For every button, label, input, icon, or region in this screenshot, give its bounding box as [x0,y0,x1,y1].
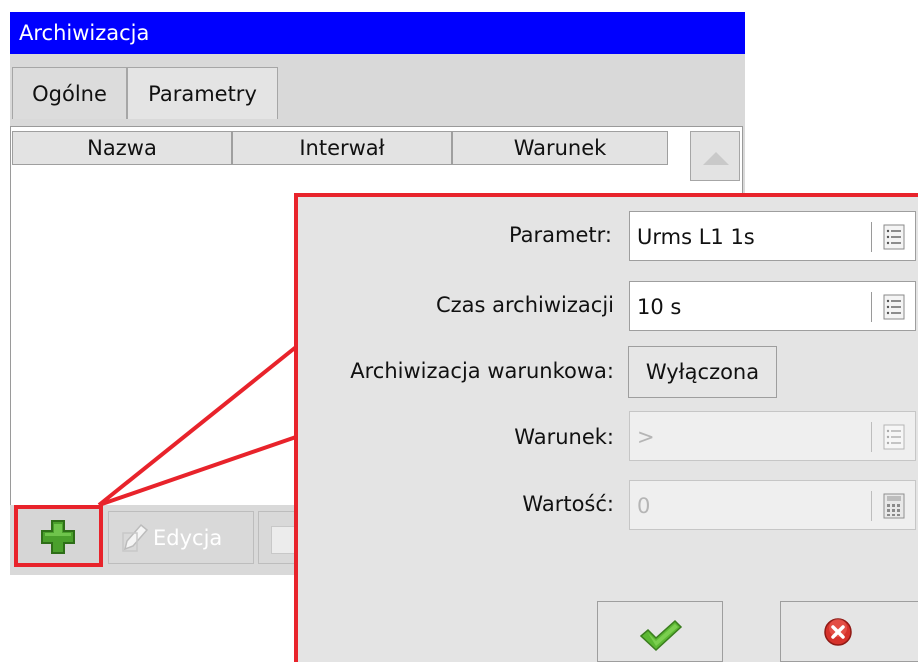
window-title: Archiwizacja [10,12,745,54]
value-field[interactable]: 0 [629,480,916,530]
column-header-name[interactable]: Nazwa [12,131,232,165]
tab-general[interactable]: Ogólne [12,67,127,119]
condition-field[interactable]: > [629,411,916,461]
value-label: Wartość: [522,492,614,516]
ok-button[interactable] [597,601,723,662]
checkmark-icon [639,619,683,652]
list-icon [883,294,905,320]
column-header-interval[interactable]: Interwał [232,131,452,165]
conditional-archiving-toggle[interactable]: Wyłączona [628,346,777,398]
add-button[interactable] [14,505,103,567]
edit-button-label: Edycja [153,526,223,550]
archiving-time-field[interactable]: 10 s [629,281,916,331]
cancel-button[interactable] [780,601,918,662]
arrow-up-icon [703,152,729,165]
pencil-icon [122,523,149,552]
list-icon [883,224,905,250]
column-header-condition[interactable]: Warunek [452,131,668,165]
toolbar-button[interactable] [258,511,298,564]
value-value: 0 [637,494,651,518]
tab-parameters[interactable]: Parametry [127,67,278,119]
list-icon [883,424,905,450]
condition-value: > [637,425,655,449]
cancel-icon [824,618,852,646]
parameter-field[interactable]: Urms L1 1s [629,211,916,261]
plus-icon [41,520,75,554]
parameter-label: Parametr: [508,223,612,247]
parameter-value: Urms L1 1s [637,225,755,249]
calculator-icon [883,493,905,519]
scroll-up-button[interactable] [690,131,740,181]
edit-button[interactable]: Edycja [108,511,254,564]
archiving-time-value: 10 s [637,295,682,319]
document-icon [271,526,295,554]
conditional-archiving-label: Archiwizacja warunkowa: [350,359,614,383]
condition-label: Warunek: [514,425,614,449]
archiving-time-label: Czas archiwizacji [435,293,614,317]
